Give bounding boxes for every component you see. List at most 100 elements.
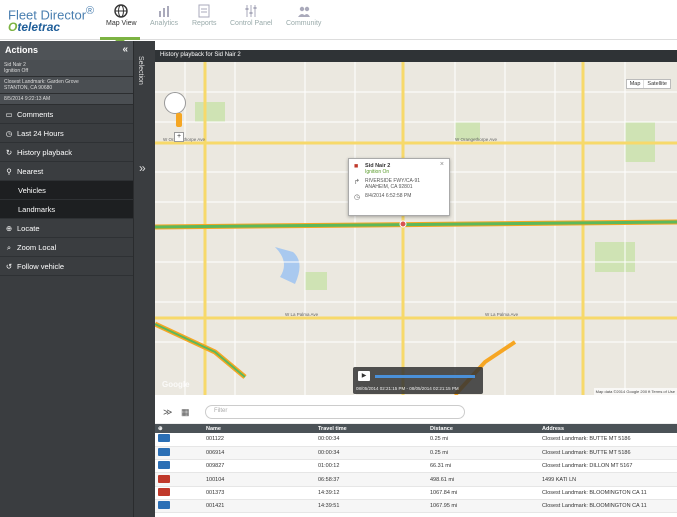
actions-header: Actions « bbox=[0, 41, 133, 60]
cell-travel-time: 14:39:51 bbox=[315, 499, 427, 514]
direction-icon: ↱ bbox=[354, 179, 360, 186]
table-row[interactable]: 001421 14:39:51 1067.95 mi Closest Landmark… bbox=[155, 499, 677, 514]
table-row[interactable]: 100104 06:58:37 498.61 mi 1499 KATI LN bbox=[155, 472, 677, 487]
action-label: Zoom Local bbox=[17, 243, 57, 252]
action-label: Last 24 Hours bbox=[17, 129, 64, 138]
vehicle-list-panel: ≫ ▦ Filter ⊕ Name Travel time Distance A… bbox=[155, 400, 677, 517]
pan-control[interactable] bbox=[164, 92, 186, 114]
action-label: Vehicles bbox=[18, 186, 46, 195]
chevron-down-icon[interactable]: ≫ bbox=[163, 407, 172, 418]
globe-icon bbox=[114, 4, 128, 18]
column-header-name[interactable]: Name bbox=[203, 424, 315, 433]
filter-input[interactable]: Filter bbox=[205, 405, 465, 419]
collapse-icon[interactable]: « bbox=[122, 44, 128, 55]
tow-truck-icon bbox=[158, 434, 170, 443]
action-comments[interactable]: ▭ Comments bbox=[0, 105, 133, 124]
close-icon[interactable]: × bbox=[440, 161, 444, 168]
action-label: Nearest bbox=[17, 167, 44, 176]
nav-label: Map View bbox=[106, 20, 137, 27]
playback-progress bbox=[375, 375, 475, 378]
map-credit: Map data ©2014 Google 200 ft Terms of Us… bbox=[593, 388, 677, 395]
brand-mark: O bbox=[8, 20, 18, 35]
zoom-icon: ⌕ bbox=[6, 243, 12, 252]
columns-icon[interactable]: ▦ bbox=[181, 407, 190, 418]
nav-control-panel[interactable]: Control Panel bbox=[230, 4, 272, 27]
clock-icon: ◷ bbox=[354, 194, 361, 201]
cell-address: Closest Landmark: BLOOMINGTON CA 11 bbox=[539, 486, 677, 500]
row-icon-cell bbox=[155, 499, 203, 514]
cell-travel-time: 00:00:34 bbox=[315, 446, 427, 461]
cell-address: Closest Landmark: BLOOMINGTON CA 11 bbox=[539, 499, 677, 514]
history-icon: ↻ bbox=[5, 148, 13, 157]
vehicle-table: ⊕ Name Travel time Distance Address 0011… bbox=[155, 424, 677, 514]
action-zoom-local[interactable]: ⌕ Zoom Local bbox=[0, 238, 133, 257]
tow-truck-icon bbox=[158, 474, 170, 483]
nav-label: Community bbox=[286, 20, 322, 27]
list-toolbar: ≫ ▦ Filter bbox=[155, 400, 677, 424]
action-label: Locate bbox=[17, 224, 40, 233]
table-row[interactable]: 006914 00:00:34 0.25 mi Closest Landmark: B… bbox=[155, 446, 677, 461]
nav-label: Analytics bbox=[150, 20, 179, 27]
bar-chart-icon bbox=[159, 6, 169, 17]
locate-icon: ⊕ bbox=[5, 224, 13, 233]
expand-icon[interactable]: » bbox=[139, 161, 146, 175]
landmark-city: STANTON, CA 90680 bbox=[4, 85, 53, 91]
nav-reports[interactable]: Reports bbox=[192, 4, 217, 27]
cell-travel-time: 01:00:12 bbox=[315, 459, 427, 474]
popup-address2: ANAHEIM, CA 92801 bbox=[365, 184, 413, 190]
cell-distance: 1067.84 mi bbox=[427, 486, 539, 500]
table-row[interactable]: 001122 00:00:34 0.25 mi Closest Landmark: B… bbox=[155, 433, 677, 447]
truck-icon bbox=[158, 487, 170, 496]
google-logo: Google bbox=[162, 380, 190, 389]
cell-distance: 0.25 mi bbox=[427, 433, 539, 447]
row-icon-cell bbox=[155, 459, 203, 474]
column-header-distance[interactable]: Distance bbox=[427, 424, 539, 433]
cell-name: 001122 bbox=[203, 433, 315, 447]
vehicle-popup: × ■ Sid Nair 2 Ignition On ↱ RIVERSIDE FWY/… bbox=[348, 158, 450, 216]
street-view-icon[interactable] bbox=[176, 113, 182, 127]
map-type-map[interactable]: Map bbox=[627, 80, 645, 88]
nav-label: Reports bbox=[192, 20, 217, 27]
truck-icon bbox=[158, 501, 170, 510]
action-label: History playback bbox=[17, 148, 73, 157]
cell-name: 100104 bbox=[203, 472, 315, 487]
select-column-header[interactable]: ⊕ bbox=[155, 424, 203, 433]
road-label: W Orangethorpe Ave bbox=[455, 137, 497, 142]
timestamp-info: 8/5/2014 9:22:13 AM bbox=[0, 94, 133, 105]
table-row[interactable]: 009827 01:00:12 66.31 mi Closest Landmark: … bbox=[155, 459, 677, 474]
action-nearest-vehicles[interactable]: Vehicles bbox=[0, 181, 133, 200]
column-header-address[interactable]: Address bbox=[539, 424, 677, 433]
nav-community[interactable]: Community bbox=[286, 4, 321, 27]
map-type-satellite[interactable]: Satellite bbox=[644, 80, 670, 88]
cell-distance: 1067.95 mi bbox=[427, 499, 539, 514]
map-canvas[interactable]: W Orangethorpe Ave W La Palma Ave W Oran… bbox=[155, 62, 677, 395]
table-row[interactable]: 001373 14:39:12 1067.84 mi Closest Landmark… bbox=[155, 486, 677, 500]
action-label: Comments bbox=[17, 110, 54, 119]
road-label: W Orangethorpe Ave bbox=[163, 137, 205, 142]
road-label: W La Palma Ave bbox=[485, 312, 519, 317]
nav-map-view[interactable]: Map View bbox=[106, 4, 137, 27]
nav-analytics[interactable]: Analytics bbox=[150, 4, 178, 27]
row-icon-cell bbox=[155, 472, 203, 487]
zoom-in-icon[interactable]: + bbox=[174, 132, 184, 142]
playback-slider[interactable] bbox=[375, 375, 475, 378]
action-history-playback[interactable]: ↻ History playback bbox=[0, 143, 133, 162]
map-type-control[interactable]: Map Satellite bbox=[625, 79, 671, 89]
people-icon bbox=[297, 6, 310, 17]
top-bar: Fleet Director® Oteletrac Map View Analy… bbox=[0, 0, 677, 40]
action-last-24-hours[interactable]: ◷ Last 24 Hours bbox=[0, 124, 133, 143]
cell-name: 006914 bbox=[203, 446, 315, 461]
column-header-travel-time[interactable]: Travel time bbox=[315, 424, 427, 433]
selection-bar[interactable]: Selection » bbox=[133, 41, 155, 517]
clock-icon: ◷ bbox=[5, 129, 13, 138]
cell-name: 001373 bbox=[203, 486, 315, 500]
action-follow-vehicle[interactable]: ↺ Follow vehicle bbox=[0, 257, 133, 276]
follow-icon: ↺ bbox=[5, 262, 13, 271]
play-button[interactable]: ▶ bbox=[358, 371, 370, 381]
action-nearest-landmarks[interactable]: Landmarks bbox=[0, 200, 133, 219]
truck-icon bbox=[158, 447, 170, 456]
timestamp: 8/5/2014 9:22:13 AM bbox=[4, 96, 51, 102]
action-nearest[interactable]: ⚲ Nearest bbox=[0, 162, 133, 181]
action-locate[interactable]: ⊕ Locate bbox=[0, 219, 133, 238]
cell-name: 001421 bbox=[203, 499, 315, 514]
